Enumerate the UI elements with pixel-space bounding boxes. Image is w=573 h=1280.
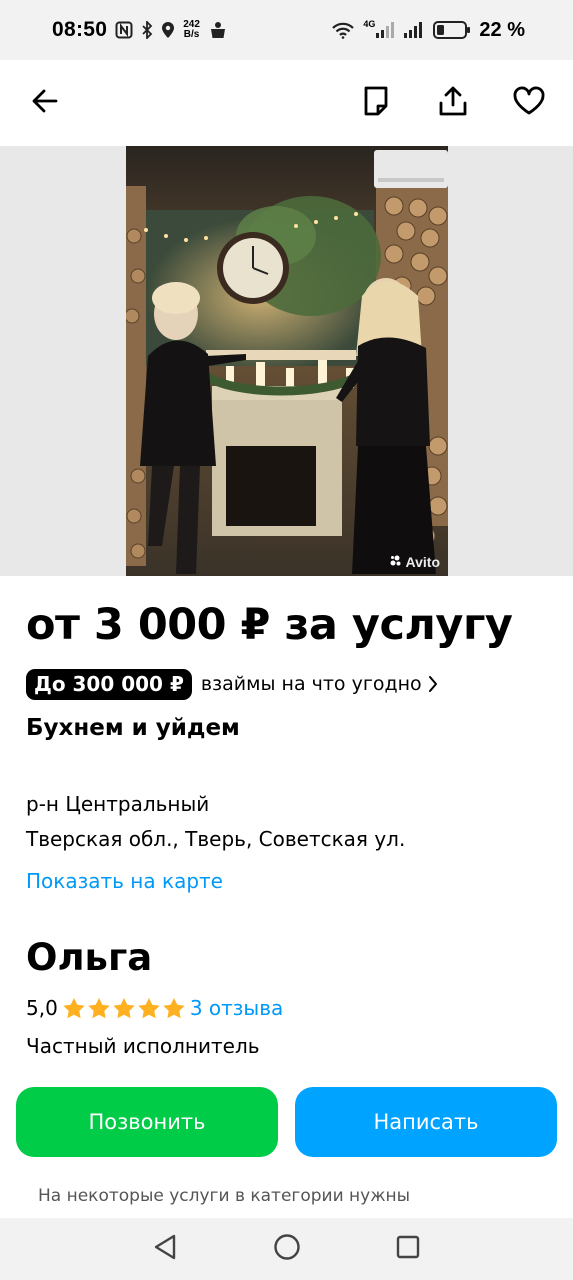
write-message-button[interactable]: Написать — [295, 1087, 557, 1157]
avito-watermark: Avito — [390, 554, 440, 570]
share-button[interactable] — [430, 80, 476, 126]
nav-home-button[interactable] — [270, 1232, 304, 1266]
seller-type: Частный исполнитель — [26, 1034, 260, 1058]
seller-name[interactable]: Ольга — [26, 936, 152, 979]
app-bar — [0, 60, 573, 146]
photo-gallery[interactable]: Avito — [0, 146, 573, 576]
avito-logo-icon — [390, 554, 405, 570]
loan-amount-badge: До 300 000 ₽ — [26, 668, 192, 700]
battery-percent: 22 % — [479, 18, 525, 41]
listing-address: Тверская обл., Тверь, Советская ул. — [26, 827, 406, 851]
app-notification-icon — [208, 20, 228, 40]
nav-recents-button[interactable] — [391, 1232, 425, 1266]
loan-offer-text: взаймы на что угодно — [200, 673, 422, 695]
listing-title: Бухнем и уйдем — [26, 715, 240, 741]
status-time: 08:50 — [52, 18, 108, 41]
nav-back-button[interactable] — [148, 1232, 182, 1266]
seller-rating: 5,0 3 отзыва — [26, 996, 283, 1020]
note-icon — [362, 85, 390, 121]
show-on-map-link[interactable]: Показать на карте — [26, 869, 223, 893]
system-nav-bar — [0, 1218, 573, 1280]
wifi-icon — [331, 21, 355, 39]
rating-score: 5,0 — [26, 996, 58, 1020]
loan-offer-link[interactable]: До 300 000 ₽ взаймы на что угодно — [26, 667, 438, 701]
chevron-right-icon — [428, 675, 438, 693]
star-icon — [113, 998, 135, 1019]
listing-photo[interactable]: Avito — [126, 146, 448, 576]
star-icon — [88, 998, 110, 1019]
nfc-icon — [115, 21, 133, 39]
reviews-link[interactable]: 3 отзыва — [190, 996, 283, 1020]
star-icon — [138, 998, 160, 1019]
category-notice: На некоторые услуги в категории нужны — [38, 1186, 411, 1206]
star-icon — [163, 998, 185, 1019]
net-speed: 242 B/s — [183, 19, 200, 40]
call-button[interactable]: Позвонить — [16, 1087, 278, 1157]
star-icon — [63, 998, 85, 1019]
square-recents-icon — [395, 1234, 421, 1264]
note-button[interactable] — [353, 80, 399, 126]
listing-price: от 3 000 ₽ за услугу — [26, 600, 513, 650]
back-arrow-icon — [30, 86, 60, 120]
status-bar: 08:50 242 B/s 4G 22 % — [0, 0, 573, 60]
circle-home-icon — [273, 1233, 301, 1265]
signal-4g-icon: 4G — [363, 19, 395, 39]
heart-icon — [512, 86, 546, 120]
listing-district: р-н Центральный — [26, 792, 210, 816]
location-icon — [161, 21, 175, 39]
triangle-back-icon — [152, 1233, 178, 1265]
share-icon — [438, 85, 468, 121]
rating-stars — [62, 997, 186, 1019]
battery-icon — [433, 20, 471, 40]
favorite-button[interactable] — [506, 80, 552, 126]
signal-icon — [403, 21, 425, 39]
back-button[interactable] — [22, 80, 68, 126]
bluetooth-icon — [141, 21, 153, 39]
